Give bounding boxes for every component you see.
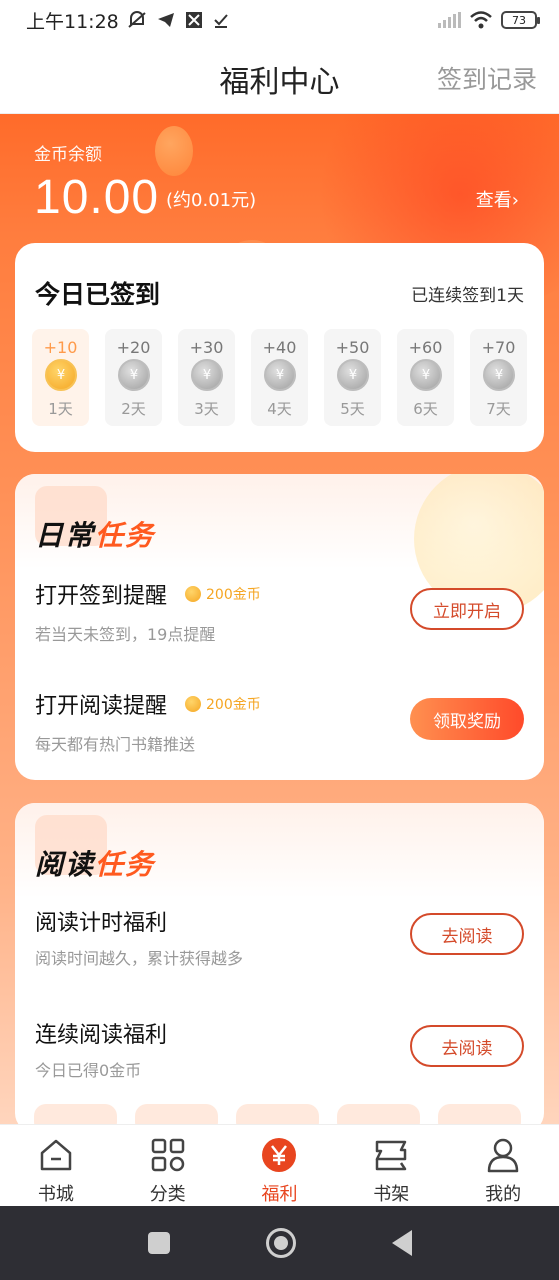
- signin-day[interactable]: +30 ¥ 3天: [178, 329, 235, 426]
- signin-day[interactable]: +70 ¥ 7天: [470, 329, 527, 426]
- nav-label: 书架: [373, 1184, 410, 1205]
- back-icon[interactable]: [391, 1230, 412, 1256]
- task-desc: 阅读时间越久，累计获得越多: [35, 949, 244, 968]
- yen-icon: [262, 1138, 297, 1172]
- mute-icon: [128, 11, 146, 28]
- task-name: 连续阅读福利: [35, 1023, 168, 1048]
- claim-reward-button[interactable]: 领取奖励: [410, 698, 524, 740]
- balance-approx: (约0.01元): [166, 190, 257, 211]
- coin-icon: ¥: [191, 359, 223, 391]
- go-read-button[interactable]: 去阅读: [410, 1025, 524, 1067]
- signin-card: 今日已签到 已连续签到1天 +10 ¥ 1天 +20 ¥ 2天 +30 ¥ 3天…: [15, 243, 544, 452]
- signin-record-link[interactable]: 签到记录: [437, 60, 537, 96]
- coin-icon: ¥: [45, 359, 77, 391]
- status-time: 上午11:28: [26, 10, 119, 33]
- task-row: 连续阅读福利 今日已得0金币 去阅读: [35, 1017, 524, 1097]
- enable-signin-reminder-button[interactable]: 立即开启: [410, 588, 524, 630]
- nav-bookstore[interactable]: 书城: [0, 1125, 112, 1206]
- day-label: 4天: [267, 400, 292, 418]
- telegram-icon: [157, 13, 174, 27]
- wifi-icon: [470, 11, 492, 29]
- task-row: 打开签到提醒 200金币 若当天未签到，19点提醒 立即开启: [35, 578, 524, 658]
- task-desc: 若当天未签到，19点提醒: [35, 625, 216, 644]
- bookshelf-icon: [376, 1140, 407, 1171]
- day-label: 7天: [486, 400, 511, 418]
- app-notification-icon: [185, 12, 202, 28]
- nav-label: 分类: [149, 1184, 186, 1205]
- coin-icon: ¥: [483, 359, 515, 391]
- day-points: +40: [262, 338, 297, 357]
- user-icon: [487, 1138, 519, 1173]
- daily-tasks-card: 日常任务 打开签到提醒 200金币 若当天未签到，19点提醒 立即开启 打开阅读…: [15, 474, 544, 780]
- system-navigation-bar: [0, 1206, 559, 1280]
- nav-label: 书城: [37, 1184, 74, 1205]
- day-label: 2天: [121, 400, 146, 418]
- home-icon: [40, 1139, 72, 1171]
- decorative-coin-icon: [155, 126, 193, 176]
- coin-icon: ¥: [337, 359, 369, 391]
- task-desc: 每天都有热门书籍推送: [35, 735, 196, 754]
- balance-label: 金币余额: [34, 145, 102, 165]
- download-done-icon: [214, 14, 228, 28]
- day-points: +30: [189, 338, 224, 357]
- day-label: 6天: [413, 400, 438, 418]
- daily-tasks-title: 日常任务: [35, 519, 156, 552]
- nav-label: 我的: [485, 1184, 522, 1205]
- recents-icon[interactable]: [147, 1232, 170, 1254]
- task-reward: 200金币: [185, 694, 261, 714]
- day-points: +50: [335, 338, 370, 357]
- signin-day[interactable]: +40 ¥ 4天: [251, 329, 308, 426]
- task-row: 阅读计时福利 阅读时间越久，累计获得越多 去阅读: [35, 905, 524, 985]
- signin-streak: 已连续签到1天: [411, 286, 524, 306]
- reading-tasks-card: 阅读任务 阅读计时福利 阅读时间越久，累计获得越多 去阅读 连续阅读福利 今日已…: [15, 803, 544, 1133]
- page-header: 福利中心 签到记录: [0, 40, 559, 114]
- reading-tasks-title: 阅读任务: [35, 848, 156, 881]
- nav-welfare[interactable]: 福利: [224, 1125, 336, 1206]
- coin-icon: ¥: [410, 359, 442, 391]
- signin-day[interactable]: +10 ¥ 1天: [32, 329, 89, 426]
- nav-label: 福利: [261, 1184, 298, 1205]
- bottom-nav: 书城 分类 福利 书架 我的: [0, 1124, 559, 1206]
- day-label: 5天: [340, 400, 365, 418]
- coin-icon: [185, 696, 201, 712]
- coin-icon: ¥: [118, 359, 150, 391]
- home-button-icon[interactable]: [265, 1228, 296, 1258]
- view-balance-link[interactable]: 查看›: [476, 186, 519, 212]
- day-label: 1天: [48, 400, 73, 418]
- task-name: 打开签到提醒: [35, 584, 168, 609]
- signal-icon: [438, 12, 461, 28]
- day-label: 3天: [194, 400, 219, 418]
- task-name: 打开阅读提醒: [35, 694, 168, 719]
- signin-title: 今日已签到: [35, 280, 161, 309]
- coin-icon: [185, 586, 201, 602]
- signin-day[interactable]: +50 ¥ 5天: [324, 329, 381, 426]
- task-name: 阅读计时福利: [35, 911, 168, 936]
- go-read-button[interactable]: 去阅读: [410, 913, 524, 955]
- signin-days: +10 ¥ 1天 +20 ¥ 2天 +30 ¥ 3天 +40 ¥ 4天 +50 …: [32, 329, 527, 426]
- signin-day[interactable]: +20 ¥ 2天: [105, 329, 162, 426]
- day-points: +60: [408, 338, 443, 357]
- task-desc: 今日已得0金币: [35, 1061, 142, 1080]
- nav-bookshelf[interactable]: 书架: [335, 1125, 447, 1206]
- nav-mine[interactable]: 我的: [447, 1125, 559, 1206]
- nav-category[interactable]: 分类: [112, 1125, 224, 1206]
- status-bar: 上午11:28 73: [0, 0, 559, 40]
- task-reward: 200金币: [185, 584, 261, 604]
- day-points: +20: [116, 338, 151, 357]
- signin-day[interactable]: +60 ¥ 6天: [397, 329, 454, 426]
- coin-icon: ¥: [264, 359, 296, 391]
- balance-value: 10.00: [34, 171, 160, 224]
- grid-icon: [151, 1138, 184, 1172]
- day-points: +10: [43, 338, 78, 357]
- day-points: +70: [481, 338, 516, 357]
- battery-icon: 73: [501, 11, 540, 29]
- task-row: 打开阅读提醒 200金币 每天都有热门书籍推送 领取奖励: [35, 688, 524, 768]
